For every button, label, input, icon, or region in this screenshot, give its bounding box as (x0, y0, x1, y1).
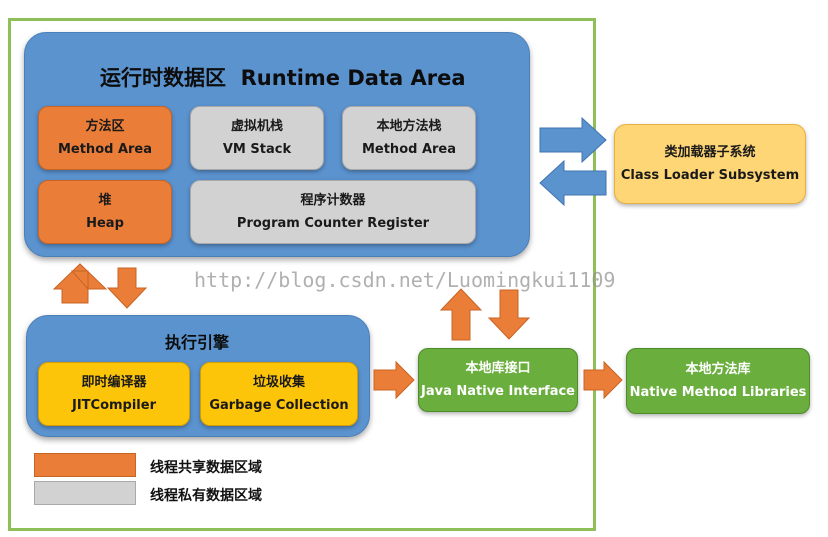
java-native-interface-block: 本地库接口 Java Native Interface (418, 348, 578, 412)
native-method-stack-en: Method Area (361, 142, 457, 157)
garbage-collection-cn: 垃圾收集 (252, 375, 305, 390)
heap-en: Heap (86, 216, 124, 231)
program-counter-block: 程序计数器 Program Counter Register (190, 180, 476, 244)
heap-cn: 堆 (98, 193, 112, 208)
native-method-libraries-block: 本地方法库 Native Method Libraries (626, 348, 810, 414)
method-area-block: 方法区 Method Area (38, 106, 172, 170)
class-loader-en: Class Loader Subsystem (620, 168, 800, 183)
method-area-cn: 方法区 (85, 119, 125, 134)
jit-compiler-en: JITCompiler (71, 398, 156, 413)
legend-private-label: 线程私有数据区域 (150, 488, 262, 504)
engine-title: 执行引擎 (165, 333, 230, 352)
jni-cn: 本地库接口 (465, 361, 531, 376)
garbage-collection-block: 垃圾收集 Garbage Collection (200, 362, 358, 426)
native-method-stack-block: 本地方法栈 Method Area (342, 106, 476, 170)
vm-stack-cn: 虚拟机栈 (230, 119, 283, 134)
vm-stack-en: VM Stack (222, 142, 292, 157)
legend-private-swatch (34, 481, 136, 505)
garbage-collection-en: Garbage Collection (209, 398, 349, 413)
class-loader-cn: 类加载器子系统 (664, 145, 756, 160)
method-area-en: Method Area (57, 142, 153, 157)
program-counter-en: Program Counter Register (236, 216, 430, 231)
heap-block: 堆 Heap (38, 180, 172, 244)
vm-stack-block: 虚拟机栈 VM Stack (190, 106, 324, 170)
program-counter-cn: 程序计数器 (300, 193, 366, 208)
native-libs-en: Native Method Libraries (629, 385, 807, 400)
legend-shared-label: 线程共享数据区域 (150, 460, 262, 476)
jit-compiler-block: 即时编译器 JITCompiler (38, 362, 190, 426)
runtime-title: 运行时数据区 Runtime Data Area (100, 66, 466, 90)
native-method-stack-cn: 本地方法栈 (376, 119, 442, 134)
native-libs-cn: 本地方法库 (685, 362, 751, 377)
watermark-text: http://blog.csdn.net/Luomingkui1109 (194, 268, 616, 292)
jit-compiler-cn: 即时编译器 (81, 375, 147, 390)
jni-en: Java Native Interface (420, 384, 575, 399)
class-loader-block: 类加载器子系统 Class Loader Subsystem (614, 124, 806, 204)
legend-shared-swatch (34, 453, 136, 477)
